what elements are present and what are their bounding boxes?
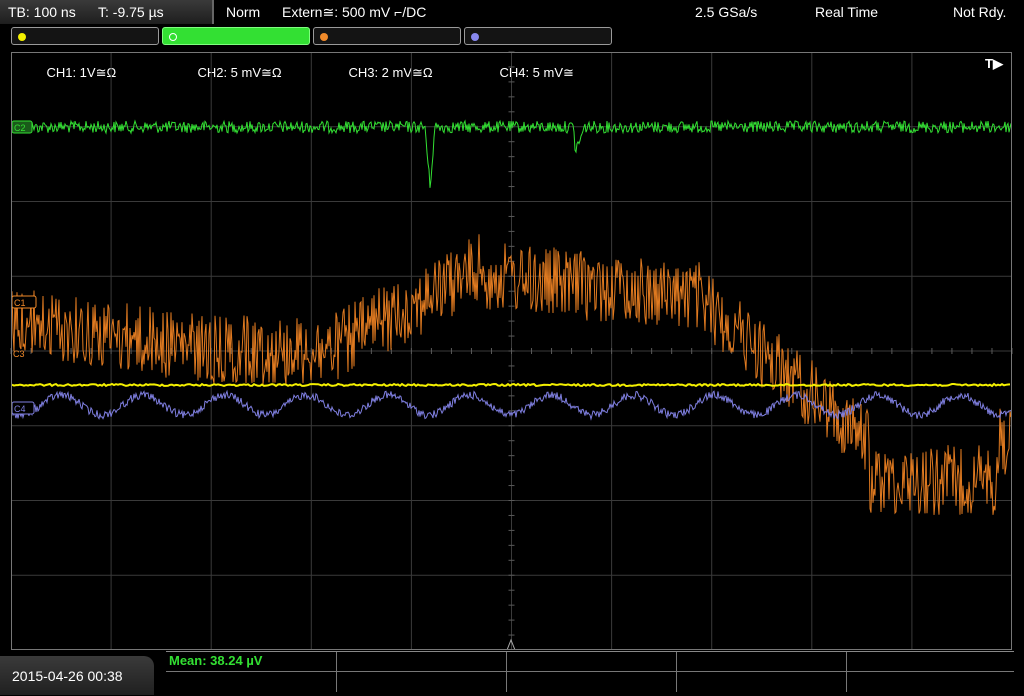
measurement-cell[interactable] xyxy=(507,672,677,692)
mean-measurement: Mean: 38.24 µV xyxy=(169,653,263,668)
measurement-cell[interactable] xyxy=(847,672,1014,692)
measurement-cell[interactable] xyxy=(677,652,847,672)
graticule-frame xyxy=(11,52,1012,650)
date-time-panel: 2015-04-26 00:38 xyxy=(0,656,154,695)
measurement-table: Mean: 38.24 µV xyxy=(166,651,1014,696)
measurement-cell[interactable] xyxy=(337,652,507,672)
measurement-cell[interactable] xyxy=(166,672,337,692)
measurement-cell[interactable] xyxy=(337,672,507,692)
measurement-cell-mean[interactable]: Mean: 38.24 µV xyxy=(166,652,337,672)
measurement-cell[interactable] xyxy=(507,652,677,672)
date-time-label: 2015-04-26 00:38 xyxy=(12,668,123,684)
measurement-cell[interactable] xyxy=(847,652,1014,672)
measurement-cell[interactable] xyxy=(677,672,847,692)
